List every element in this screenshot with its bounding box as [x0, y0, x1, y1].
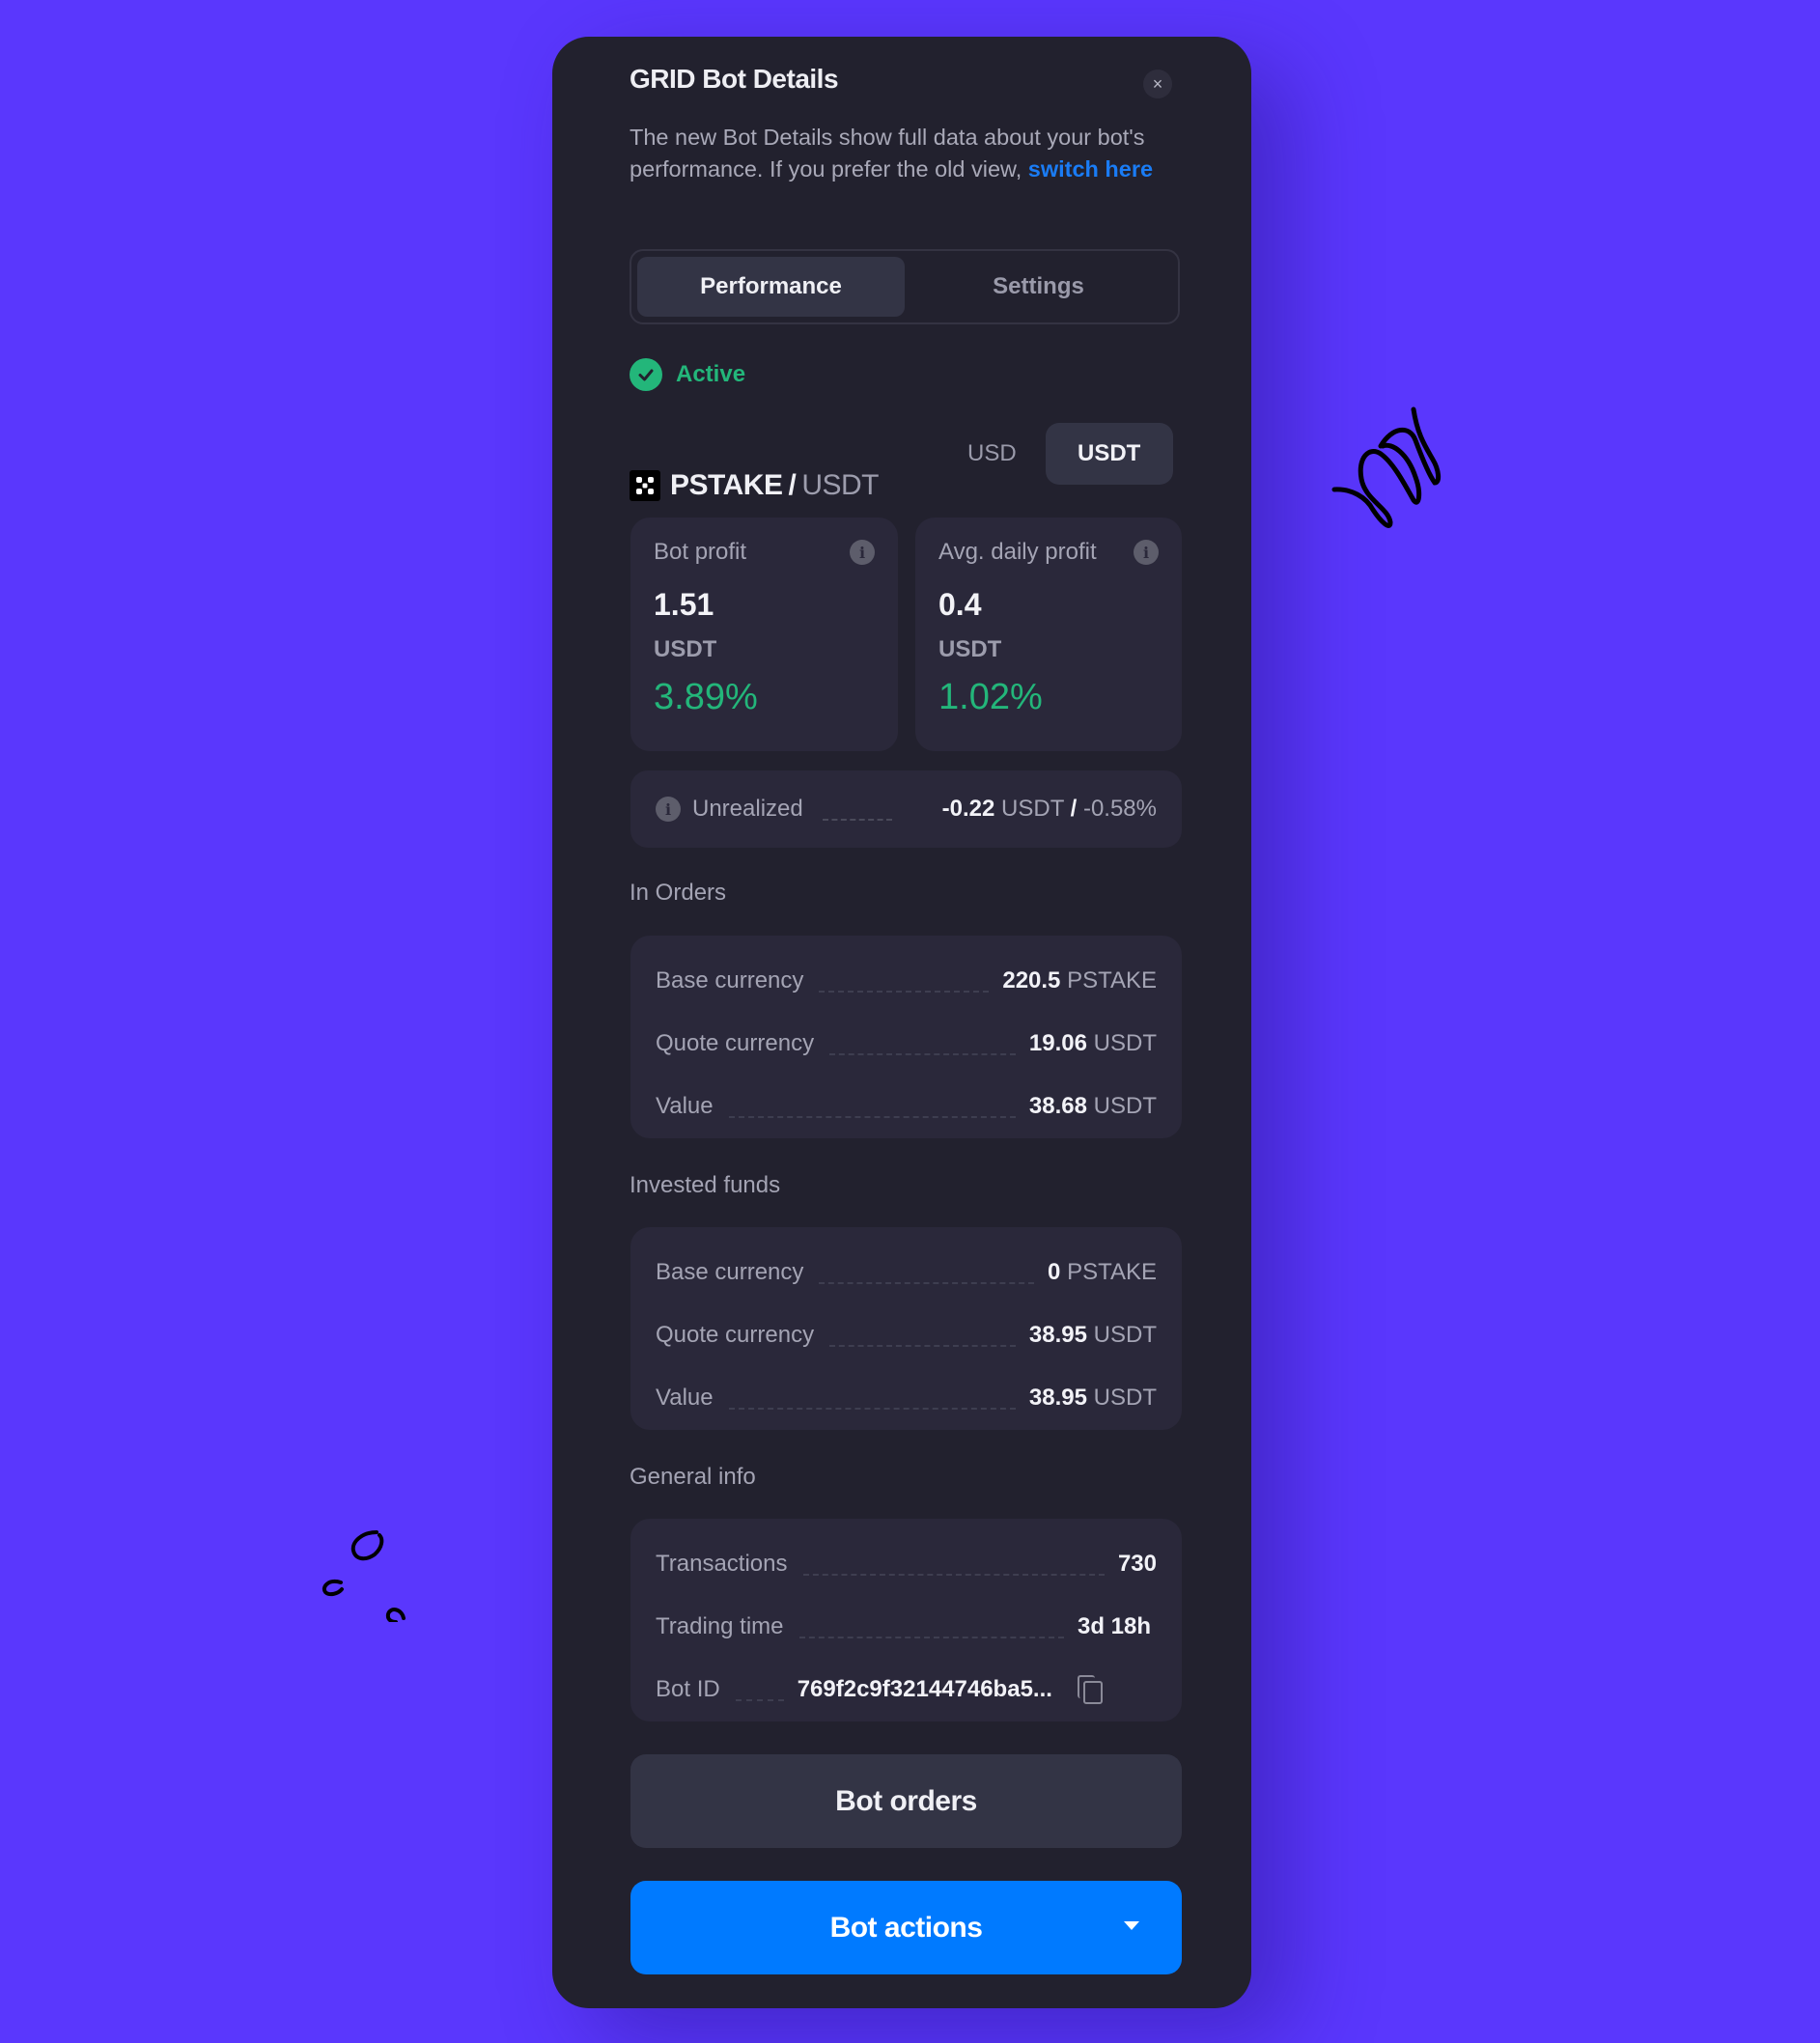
row-label: Value — [656, 1384, 714, 1411]
leader-dots — [829, 1052, 1016, 1055]
bot-profit-value: 1.51 — [654, 587, 714, 622]
unrealized-value: -0.22 USDT / -0.58% — [942, 796, 1157, 823]
table-row: Trading time 3d 18h — [656, 1595, 1157, 1658]
bot-profit-label: Bot profit — [654, 539, 747, 565]
trading-pair: PSTAKE / USDT — [630, 469, 879, 502]
row-unit: USDT — [1093, 1384, 1157, 1411]
in-orders-box: Base currency 220.5 PSTAKE Quote currency… — [630, 936, 1182, 1138]
leader-dots — [819, 990, 990, 993]
table-row: Base currency 0 PSTAKE — [656, 1241, 1157, 1303]
check-circle-icon — [630, 358, 662, 391]
leader-dots — [728, 1115, 1016, 1118]
row-label: Base currency — [656, 1258, 804, 1285]
avg-daily-profit-value: 0.4 — [938, 587, 982, 622]
bot-actions-button[interactable]: Bot actions — [630, 1881, 1182, 1974]
general-info-box: Transactions 730 Trading time 3d 18h Bot I… — [630, 1519, 1182, 1721]
table-row: Quote currency 19.06 USDT — [656, 1012, 1157, 1075]
view-tabs: Performance Settings — [630, 249, 1180, 324]
row-label: Quote currency — [656, 1029, 815, 1056]
bot-profit-unit: USDT — [654, 636, 717, 662]
bot-profit-card: Bot profit i 1.51 USDT 3.89% — [630, 518, 898, 751]
bot-orders-button[interactable]: Bot orders — [630, 1754, 1182, 1848]
table-row: Quote currency 38.95 USDT — [656, 1303, 1157, 1366]
bot-orders-label: Bot orders — [835, 1784, 977, 1817]
in-orders-heading: In Orders — [630, 880, 727, 906]
pair-base: PSTAKE — [670, 469, 783, 501]
row-label: Bot ID — [656, 1675, 720, 1702]
row-value: 38.68 — [1028, 1092, 1087, 1119]
row-value: 220.5 — [1002, 966, 1061, 994]
row-unit: USDT — [1093, 1029, 1157, 1056]
row-label: Transactions — [656, 1550, 788, 1577]
copy-icon[interactable] — [1077, 1674, 1103, 1704]
pair-quote: USDT — [801, 469, 879, 501]
row-unit: USDT — [1093, 1321, 1157, 1348]
status-label: Active — [676, 361, 746, 387]
status-badge: Active — [630, 358, 745, 391]
row-value: 730 — [1117, 1550, 1157, 1577]
leader-dots — [819, 1281, 1035, 1284]
row-value: 0 — [1048, 1258, 1061, 1285]
leader-dots — [829, 1344, 1016, 1347]
row-value: 3d 18h — [1077, 1612, 1151, 1639]
leader-dots — [735, 1698, 784, 1701]
avg-daily-profit-percent: 1.02% — [938, 677, 1043, 717]
unrealized-percent: -0.58% — [1082, 796, 1157, 822]
close-icon: × — [1152, 74, 1163, 94]
row-unit: PSTAKE — [1067, 1258, 1157, 1285]
dialog-title: GRID Bot Details — [630, 64, 839, 94]
unrealized-row: i Unrealized -0.22 USDT / -0.58% — [630, 770, 1182, 848]
table-row: Value 38.95 USDT — [656, 1366, 1157, 1429]
table-row: Transactions 730 — [656, 1532, 1157, 1595]
leader-dots — [798, 1636, 1064, 1638]
caret-down-icon — [1124, 1921, 1139, 1930]
unrealized-separator: / — [1070, 796, 1078, 822]
info-icon[interactable]: i — [1134, 540, 1159, 565]
unrealized-unit: USDT — [1001, 796, 1064, 822]
dialog-description: The new Bot Details show full data about… — [630, 122, 1170, 185]
invested-funds-box: Base currency 0 PSTAKE Quote currency 38.9… — [630, 1227, 1182, 1430]
table-row: Base currency 220.5 PSTAKE — [656, 949, 1157, 1012]
leader-dots — [728, 1407, 1016, 1410]
pair-separator: / — [788, 469, 797, 501]
unrealized-amount: -0.22 — [941, 796, 995, 822]
table-row: Value 38.68 USDT — [656, 1075, 1157, 1137]
row-unit: USDT — [1093, 1092, 1157, 1119]
currency-usdt-option[interactable]: USDT — [1045, 423, 1173, 485]
avg-daily-profit-unit: USDT — [938, 636, 1002, 662]
avg-daily-profit-label: Avg. daily profit — [938, 539, 1097, 565]
grid-bot-details-panel: GRID Bot Details × The new Bot Details s… — [552, 37, 1251, 2008]
row-unit: PSTAKE — [1067, 966, 1157, 994]
row-label: Value — [656, 1092, 714, 1119]
row-label: Trading time — [656, 1612, 784, 1639]
circles-doodle — [322, 1530, 406, 1622]
bot-profit-percent: 3.89% — [654, 677, 758, 717]
avg-daily-profit-card: Avg. daily profit i 0.4 USDT 1.02% — [915, 518, 1182, 751]
switch-here-link[interactable]: switch here — [1028, 156, 1153, 182]
general-info-heading: General info — [630, 1464, 756, 1490]
tab-performance[interactable]: Performance — [637, 257, 905, 317]
tab-settings[interactable]: Settings — [905, 257, 1172, 317]
row-label: Quote currency — [656, 1321, 815, 1348]
currency-usd-option[interactable]: USD — [938, 423, 1046, 485]
leader-dots — [822, 819, 892, 821]
row-value: 38.95 — [1028, 1384, 1087, 1411]
invested-funds-heading: Invested funds — [630, 1172, 781, 1198]
leader-dots — [802, 1573, 1105, 1576]
table-row: Bot ID 769f2c9f32144746ba5... — [656, 1658, 1157, 1721]
row-value: 38.95 — [1028, 1321, 1087, 1348]
currency-toggle: USD USDT — [938, 423, 1173, 485]
info-icon[interactable]: i — [850, 540, 875, 565]
squiggle-doodle — [1331, 406, 1442, 528]
row-label: Base currency — [656, 966, 804, 994]
info-icon[interactable]: i — [656, 797, 681, 822]
unrealized-label: Unrealized — [692, 796, 803, 822]
row-value: 19.06 — [1028, 1029, 1087, 1056]
pstake-logo-icon — [630, 470, 660, 501]
close-button[interactable]: × — [1143, 70, 1172, 98]
bot-id-value: 769f2c9f32144746ba5... — [797, 1675, 1052, 1702]
bot-actions-label: Bot actions — [829, 1911, 983, 1944]
